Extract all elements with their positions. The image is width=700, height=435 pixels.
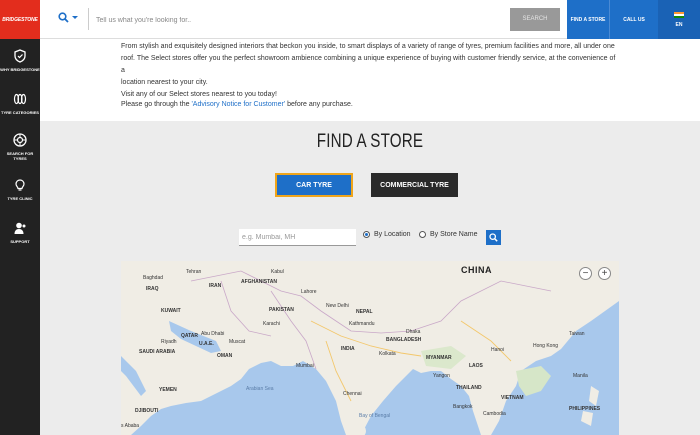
map-label-djibouti: DJIBOUTI (135, 408, 159, 414)
map-label-lahore: Lahore (301, 289, 317, 295)
map-label-qatar: QATAR (181, 333, 199, 339)
sidebar-item-search-for-tyres[interactable]: SEARCH FOR TYRES (0, 125, 40, 168)
map-label-vietnam: VIETNAM (501, 395, 524, 401)
commercial-tyre-tab[interactable]: COMMERCIAL TYRE (371, 173, 458, 197)
map-label-dhaka: Dhaka (406, 329, 421, 335)
sidebar-item-label: TYRE CATEGORIES (1, 110, 39, 115)
car-tyre-tab[interactable]: CAR TYRE (275, 173, 353, 197)
map-label-mumbai: Mumbai (296, 363, 314, 369)
sidebar-item-label: SEARCH FOR TYRES (6, 150, 34, 161)
call-us-link[interactable]: CALL US (609, 0, 658, 39)
chevron-down-icon (72, 16, 78, 19)
store-search-button[interactable] (486, 230, 501, 245)
map-label-afghanistan: AFGHANISTAN (241, 279, 278, 285)
map-label-china: CHINA (461, 265, 492, 275)
sidebar-item-why-bridgestone[interactable]: WHY BRIDGESTONE (0, 39, 40, 82)
logo-text: BRIDGESTONE (2, 16, 38, 23)
advisory-notice: Please go through the 'Advisory Notice f… (121, 101, 353, 108)
india-flag-icon (674, 11, 684, 19)
map-label-kolkata: Kolkata (379, 351, 396, 357)
map-label-tehran: Tehran (186, 269, 202, 275)
map-label-addis-ababa: s Ababa (121, 423, 140, 429)
store-map[interactable]: CHINA AFGHANISTAN PAKISTAN INDIA NEPAL K… (121, 261, 619, 435)
map-label-india: INDIA (341, 346, 355, 352)
map-label-laos: LAOS (469, 363, 483, 369)
sidebar-item-label: SUPPORT (10, 239, 30, 244)
intro-line: roof. The Select stores offer you the pe… (121, 55, 616, 74)
map-label-pakistan: PAKISTAN (269, 307, 294, 313)
find-a-store-link[interactable]: FIND A STORE (567, 0, 609, 39)
search-icon (58, 12, 69, 23)
map-label-iraq: IRAQ (146, 286, 159, 292)
language-label: EN (675, 21, 683, 28)
map-label-hanoi: Hanoi (491, 347, 505, 353)
sidebar-item-label: WHY BRIDGESTONE (0, 67, 40, 72)
find-store-section: FIND A STORE CAR TYRE COMMERCIAL TYRE By… (40, 121, 700, 435)
map-label-karachi: Karachi (263, 321, 280, 327)
map-label-chennai: Chennai (343, 391, 362, 397)
map-label-iran: IRAN (209, 283, 222, 289)
intro-line: location nearest to your city. (121, 79, 208, 86)
map-label-kuwait: KUWAIT (161, 308, 181, 314)
lightbulb-icon (15, 179, 25, 191)
map-label-philippines: PHILIPPINES (569, 406, 601, 412)
map-label-kathmandu: Kathmandu (349, 321, 375, 327)
map-label-taiwan: Taiwan (569, 331, 585, 337)
notice-prefix: Please go through the (121, 101, 192, 108)
map-label-uae: U.A.E. (199, 341, 214, 347)
map-label-new-delhi: New Delhi (326, 303, 349, 309)
map-label-baghdad: Baghdad (143, 275, 164, 281)
map-label-bay-of-bengal: Bay of Bengal (359, 413, 391, 419)
radio-label: By Location (374, 231, 411, 238)
intro-text: From stylish and exquisitely designed in… (121, 41, 621, 101)
map-label-riyadh: Riyadh (161, 339, 177, 345)
sidebar-item-tyre-categories[interactable]: TYRE CATEGORIES (0, 82, 40, 125)
notice-suffix: before any purchase. (285, 101, 353, 108)
sidebar-item-tyre-clinic[interactable]: TYRE CLINIC (0, 168, 40, 211)
map-label-cambodia: Cambodia (483, 411, 506, 417)
search-icon (489, 233, 498, 242)
map-label-muscat: Muscat (229, 339, 246, 345)
map-label-kabul: Kabul (271, 269, 284, 275)
map-label-myanmar: MYANMAR (426, 355, 452, 361)
map-label-hong-kong: Hong Kong (533, 343, 559, 349)
radio-by-location[interactable]: By Location (363, 231, 411, 238)
header: SEARCH FIND A STORE CALL US EN (40, 0, 700, 39)
tyre-search-icon (13, 132, 27, 147)
search-input[interactable] (96, 10, 496, 30)
radio-label: By Store Name (430, 231, 478, 238)
map-label-manila: Manila (573, 373, 588, 379)
language-selector[interactable]: EN (658, 0, 700, 39)
sidebar: BRIDGESTONE WHY BRIDGESTONE TYRE CATEGOR… (0, 0, 40, 435)
tyres-icon (13, 93, 27, 105)
shield-icon (14, 49, 26, 63)
map-label-oman: OMAN (217, 353, 233, 359)
map-label-abu-dhabi: Abu Dhabi (201, 331, 225, 337)
search-button[interactable]: SEARCH (510, 8, 560, 31)
intro-line: Visit any of our Select stores nearest t… (121, 91, 277, 98)
map-label-arabian-sea: Arabian Sea (246, 386, 274, 392)
bridgestone-logo[interactable]: BRIDGESTONE (0, 0, 40, 39)
advisory-notice-link[interactable]: 'Advisory Notice for Customer' (191, 101, 285, 108)
map-label-nepal: NEPAL (356, 309, 373, 315)
find-store-title: FIND A STORE (316, 131, 424, 152)
support-icon (14, 222, 26, 234)
radio-button-selected[interactable] (363, 231, 370, 238)
map-label-saudi-arabia: SAUDI ARABIA (139, 349, 176, 355)
radio-by-store-name[interactable]: By Store Name (419, 231, 477, 238)
map-label-thailand: THAILAND (456, 385, 482, 391)
intro-line: From stylish and exquisitely designed in… (121, 43, 615, 50)
map-zoom-out-button[interactable]: − (579, 267, 592, 280)
sidebar-item-label: TYRE CLINIC (7, 196, 33, 201)
store-location-input[interactable] (239, 229, 356, 246)
map-label-bangkok: Bangkok (453, 404, 473, 410)
radio-button[interactable] (419, 231, 426, 238)
map-zoom-in-button[interactable]: + (598, 267, 611, 280)
map-label-yangon: Yangon (433, 373, 450, 379)
sidebar-item-support[interactable]: SUPPORT (0, 211, 40, 254)
header-divider (88, 8, 89, 30)
map-label-bangladesh: BANGLADESH (386, 337, 422, 343)
map-label-yemen: YEMEN (159, 387, 177, 393)
search-type-dropdown[interactable] (58, 12, 78, 23)
